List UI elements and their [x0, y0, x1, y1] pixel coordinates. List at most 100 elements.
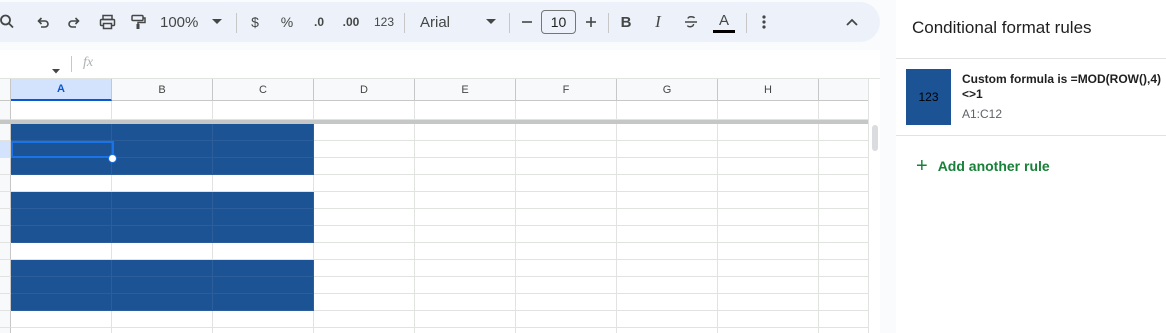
- cell[interactable]: [718, 328, 819, 333]
- cell[interactable]: [718, 209, 819, 226]
- cell[interactable]: [415, 158, 516, 175]
- zoom-dropdown-icon[interactable]: [208, 2, 226, 42]
- cell[interactable]: [112, 226, 213, 243]
- strikethrough-icon[interactable]: [681, 2, 701, 42]
- cell[interactable]: [617, 124, 718, 141]
- search-icon[interactable]: [0, 2, 16, 42]
- cell[interactable]: [819, 311, 868, 328]
- column-header-b[interactable]: B: [112, 79, 213, 101]
- row-header[interactable]: [0, 209, 11, 226]
- cell[interactable]: [819, 209, 868, 226]
- fill-handle[interactable]: [108, 154, 117, 163]
- cell[interactable]: [819, 277, 868, 294]
- cell[interactable]: [819, 141, 868, 158]
- cell[interactable]: [516, 192, 617, 209]
- cell[interactable]: [516, 141, 617, 158]
- formula-input[interactable]: [104, 52, 864, 76]
- cell[interactable]: [415, 209, 516, 226]
- cell[interactable]: [314, 209, 415, 226]
- cell[interactable]: [617, 328, 718, 333]
- decrease-decimal-button[interactable]: .0: [308, 2, 330, 42]
- cell[interactable]: [415, 277, 516, 294]
- column-header-e[interactable]: E: [415, 79, 516, 101]
- cell[interactable]: [213, 141, 314, 158]
- cell[interactable]: [213, 311, 314, 328]
- more-options-icon[interactable]: [756, 2, 772, 42]
- cell[interactable]: [11, 243, 112, 260]
- cell[interactable]: [11, 226, 112, 243]
- cell[interactable]: [11, 311, 112, 328]
- cell[interactable]: [314, 294, 415, 311]
- cell[interactable]: [617, 175, 718, 192]
- column-header-h[interactable]: H: [718, 79, 819, 101]
- row-header[interactable]: [0, 260, 11, 277]
- cell[interactable]: [617, 158, 718, 175]
- row-header[interactable]: [0, 243, 11, 260]
- cell[interactable]: [314, 158, 415, 175]
- cell[interactable]: [314, 260, 415, 277]
- cell[interactable]: [516, 260, 617, 277]
- cell[interactable]: [11, 175, 112, 192]
- cell[interactable]: [718, 277, 819, 294]
- cell[interactable]: [213, 192, 314, 209]
- cell[interactable]: [112, 311, 213, 328]
- undo-icon[interactable]: [32, 2, 54, 42]
- cell[interactable]: [112, 158, 213, 175]
- currency-button[interactable]: $: [246, 2, 264, 42]
- cell[interactable]: [11, 209, 112, 226]
- add-another-rule-button[interactable]: + Add another rule: [916, 155, 1050, 177]
- cell[interactable]: [213, 226, 314, 243]
- cell[interactable]: [516, 226, 617, 243]
- row-header[interactable]: [0, 328, 11, 333]
- select-all-corner[interactable]: [0, 79, 11, 101]
- column-header-c[interactable]: C: [213, 79, 314, 101]
- cell[interactable]: [11, 158, 112, 175]
- more-formats-button[interactable]: 123: [372, 2, 396, 42]
- cell[interactable]: [415, 124, 516, 141]
- cell[interactable]: [617, 209, 718, 226]
- cell[interactable]: [718, 141, 819, 158]
- conditional-rule-item[interactable]: 123 Custom formula is =MOD(ROW(),4)<>1 A…: [896, 58, 1166, 136]
- cell[interactable]: [516, 158, 617, 175]
- bold-button[interactable]: B: [617, 2, 635, 42]
- row-header[interactable]: [0, 158, 11, 175]
- column-header-f[interactable]: F: [516, 79, 617, 101]
- cell-grid[interactable]: ABCDEFGH: [0, 79, 868, 333]
- cell[interactable]: [112, 101, 213, 120]
- collapse-toolbar-icon[interactable]: [842, 2, 862, 42]
- cell[interactable]: [213, 124, 314, 141]
- cell[interactable]: [516, 209, 617, 226]
- cell[interactable]: [314, 243, 415, 260]
- cell[interactable]: [819, 243, 868, 260]
- cell[interactable]: [213, 277, 314, 294]
- cell[interactable]: [516, 175, 617, 192]
- cell[interactable]: [213, 294, 314, 311]
- cell[interactable]: [314, 175, 415, 192]
- cell[interactable]: [617, 311, 718, 328]
- paint-format-icon[interactable]: [127, 2, 149, 42]
- cell[interactable]: [819, 175, 868, 192]
- cell[interactable]: [11, 277, 112, 294]
- cell[interactable]: [617, 294, 718, 311]
- cell[interactable]: [617, 101, 718, 120]
- cell[interactable]: [819, 101, 868, 120]
- column-header-next[interactable]: [819, 79, 868, 101]
- cell[interactable]: [213, 158, 314, 175]
- cell[interactable]: [617, 243, 718, 260]
- cell[interactable]: [314, 141, 415, 158]
- increase-decimal-button[interactable]: .00: [339, 2, 363, 42]
- cell[interactable]: [314, 277, 415, 294]
- cell[interactable]: [213, 101, 314, 120]
- cell[interactable]: [415, 101, 516, 120]
- row-header[interactable]: [0, 192, 11, 209]
- print-icon[interactable]: [95, 2, 119, 42]
- cell[interactable]: [415, 328, 516, 333]
- column-header-d[interactable]: D: [314, 79, 415, 101]
- cell[interactable]: [213, 209, 314, 226]
- scrollbar-thumb[interactable]: [872, 125, 878, 151]
- cell[interactable]: [718, 175, 819, 192]
- cell[interactable]: [617, 277, 718, 294]
- redo-icon[interactable]: [63, 2, 85, 42]
- row-header[interactable]: [0, 277, 11, 294]
- row-header[interactable]: [0, 141, 11, 158]
